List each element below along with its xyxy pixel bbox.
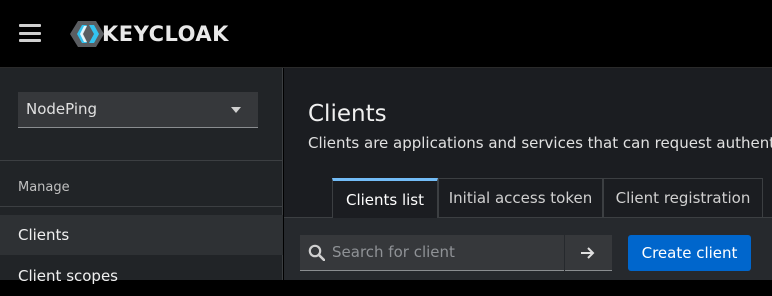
keycloak-logo-icon (70, 21, 104, 47)
create-client-button[interactable]: Create client (628, 235, 751, 271)
caret-down-icon (231, 107, 241, 113)
realm-selector-value: NodePing (26, 100, 98, 118)
masthead: KEYCLOAK (0, 0, 772, 68)
search-placeholder: Search for client (332, 243, 455, 261)
search-submit-button[interactable] (565, 235, 612, 271)
sidebar-item-label: Client scopes (18, 267, 118, 285)
sidebar-item-client-scopes[interactable]: Client scopes (0, 256, 283, 296)
clients-toolbar: Search for client Create client (284, 218, 772, 280)
sidebar: NodePing Manage Clients Client scopes (0, 68, 283, 285)
sidebar-divider (0, 160, 283, 161)
tab-label: Initial access token (448, 189, 593, 207)
page-title: Clients (308, 101, 387, 127)
tab-label: Client registration (615, 189, 751, 207)
search-icon (308, 244, 325, 261)
sidebar-item-label: Clients (18, 226, 70, 244)
tab-label: Clients list (345, 190, 425, 209)
page-description: Clients are applications and services th… (308, 134, 772, 152)
sidebar-item-clients[interactable]: Clients (0, 215, 283, 255)
main-content: Clients Clients are applications and ser… (284, 68, 772, 280)
sidebar-section-manage: Manage (18, 180, 70, 195)
tab-client-registration[interactable]: Client registration (603, 178, 763, 217)
brand-name: KEYCLOAK (102, 22, 229, 46)
search-input[interactable]: Search for client (300, 235, 564, 271)
hamburger-menu-icon[interactable] (19, 24, 41, 42)
arrow-right-icon (581, 247, 595, 259)
tab-initial-access-token[interactable]: Initial access token (438, 178, 603, 217)
keycloak-logo[interactable]: KEYCLOAK (70, 20, 229, 48)
tab-bar: Clients list Initial access token Client… (284, 178, 772, 218)
sidebar-divider (0, 206, 283, 207)
realm-selector[interactable]: NodePing (18, 92, 258, 128)
tab-clients-list[interactable]: Clients list (332, 178, 438, 218)
